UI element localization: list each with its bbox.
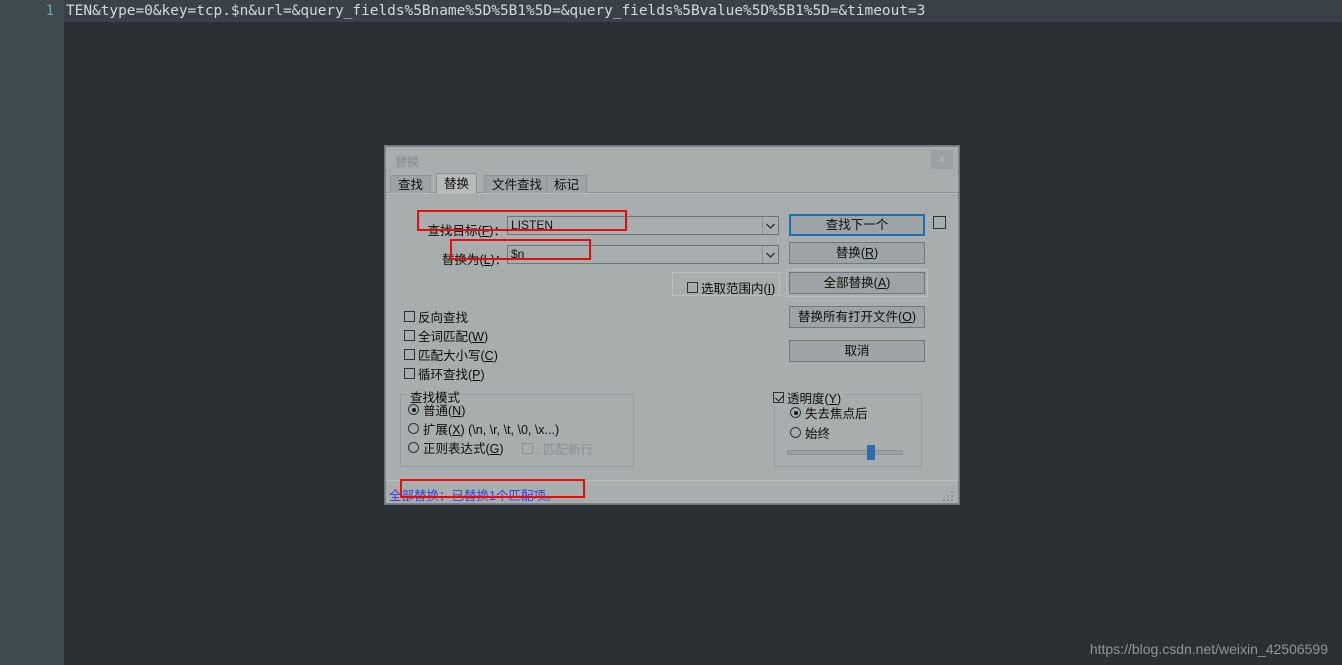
radio-circle: [408, 442, 419, 453]
radio-circle: [408, 404, 419, 415]
dialog-statusbar: 全部替换：已替换1个匹配项。: [386, 480, 958, 503]
checkbox-label: 循环查找(P): [418, 368, 485, 382]
checkbox-box: [404, 349, 415, 360]
checkbox-box: [773, 392, 784, 403]
checkbox-whole-word[interactable]: 全词匹配(W): [404, 326, 488, 345]
find-next-button[interactable]: 查找下一个: [789, 214, 925, 236]
radio-normal-mode[interactable]: 普通(N): [408, 400, 465, 419]
checkbox-box: [404, 311, 415, 322]
radio-regex-mode[interactable]: 正则表达式(G): [408, 438, 504, 457]
checkbox-label: 反向查找: [418, 311, 469, 325]
checkbox-label: 全词匹配(W): [418, 330, 489, 344]
replace-with-input[interactable]: $n: [508, 246, 762, 263]
radio-always[interactable]: 始终: [790, 423, 830, 442]
radio-circle: [408, 423, 419, 434]
close-icon[interactable]: ×: [931, 150, 953, 169]
checkbox-match-case[interactable]: 匹配大小写(C): [404, 345, 498, 364]
dialog-tabs: 查找 替换 文件查找 标记: [386, 173, 958, 194]
chevron-down-icon[interactable]: [762, 217, 778, 234]
replace-with-combobox[interactable]: $n: [507, 245, 779, 264]
radio-extended-mode[interactable]: 扩展(X) (\n, \r, \t, \0, \x...): [408, 419, 559, 438]
checkbox-wrap-around[interactable]: 循环查找(P): [404, 364, 485, 383]
chevron-down-icon[interactable]: [762, 246, 778, 263]
replace-button[interactable]: 替换(R): [789, 242, 925, 264]
checkbox-box: [933, 216, 946, 229]
tab-mark[interactable]: 标记: [546, 175, 588, 194]
watermark-url: https://blog.csdn.net/weixin_42506599: [1089, 641, 1328, 657]
code-line-text: TEN&type=0&key=tcp.$n&url=&query_fields%…: [66, 3, 926, 19]
line-number: 1: [45, 3, 54, 19]
radio-circle: [790, 427, 801, 438]
checkbox-find-next-extra[interactable]: [933, 216, 949, 229]
transparency-slider-track[interactable]: [787, 445, 903, 460]
checkbox-dot-matches-newline: . 匹配新行: [522, 439, 593, 458]
radio-label: 始终: [805, 427, 831, 441]
resize-grip[interactable]: [943, 489, 955, 501]
tab-replace[interactable]: 替换: [436, 173, 478, 194]
dialog-body: 查找目标(F)： LISTEN 替换为(L)： $n 选取范围内(I) 查找下一…: [386, 193, 958, 480]
tab-find-in-files[interactable]: 文件查找: [484, 175, 551, 194]
checkbox-label: 选取范围内(I): [701, 282, 776, 296]
radio-circle: [790, 407, 801, 418]
status-message: 全部替换：已替换1个匹配项。: [389, 489, 559, 503]
radio-label: 正则表达式(G): [423, 442, 504, 456]
checkbox-box: [404, 330, 415, 341]
transparency-slider-thumb[interactable]: [867, 445, 876, 460]
checkbox-label: 匹配大小写(C): [418, 349, 498, 363]
checkbox-box: [404, 368, 415, 379]
radio-label: 失去焦点后: [805, 407, 868, 421]
dialog-titlebar[interactable]: 替换 ×: [386, 147, 958, 173]
checkbox-label: . 匹配新行: [536, 443, 593, 457]
radio-on-losing-focus[interactable]: 失去焦点后: [790, 403, 868, 422]
replace-all-button[interactable]: 全部替换(A): [789, 272, 925, 294]
replace-with-label: 替换为(L)：: [442, 253, 508, 267]
find-target-combobox[interactable]: LISTEN: [507, 216, 779, 235]
replace-dialog: 替换 × 查找 替换 文件查找 标记 查找目标(F)： LISTEN 替换为(L…: [385, 146, 959, 504]
checkbox-box: [687, 282, 698, 293]
radio-label: 普通(N): [423, 404, 466, 418]
dialog-title: 替换: [395, 155, 420, 169]
radio-label: 扩展(X) (\n, \r, \t, \0, \x...): [423, 423, 560, 437]
checkbox-in-selection[interactable]: 选取范围内(I): [687, 278, 775, 297]
line-number-gutter: [0, 0, 64, 665]
tab-find[interactable]: 查找: [390, 175, 432, 194]
checkbox-backward[interactable]: 反向查找: [404, 307, 468, 326]
find-target-label: 查找目标(F)：: [427, 224, 506, 238]
cancel-button[interactable]: 取消: [789, 340, 925, 362]
find-target-input[interactable]: LISTEN: [508, 217, 762, 234]
checkbox-box: [522, 443, 533, 454]
replace-all-open-files-button[interactable]: 替换所有打开文件(O): [789, 306, 925, 328]
